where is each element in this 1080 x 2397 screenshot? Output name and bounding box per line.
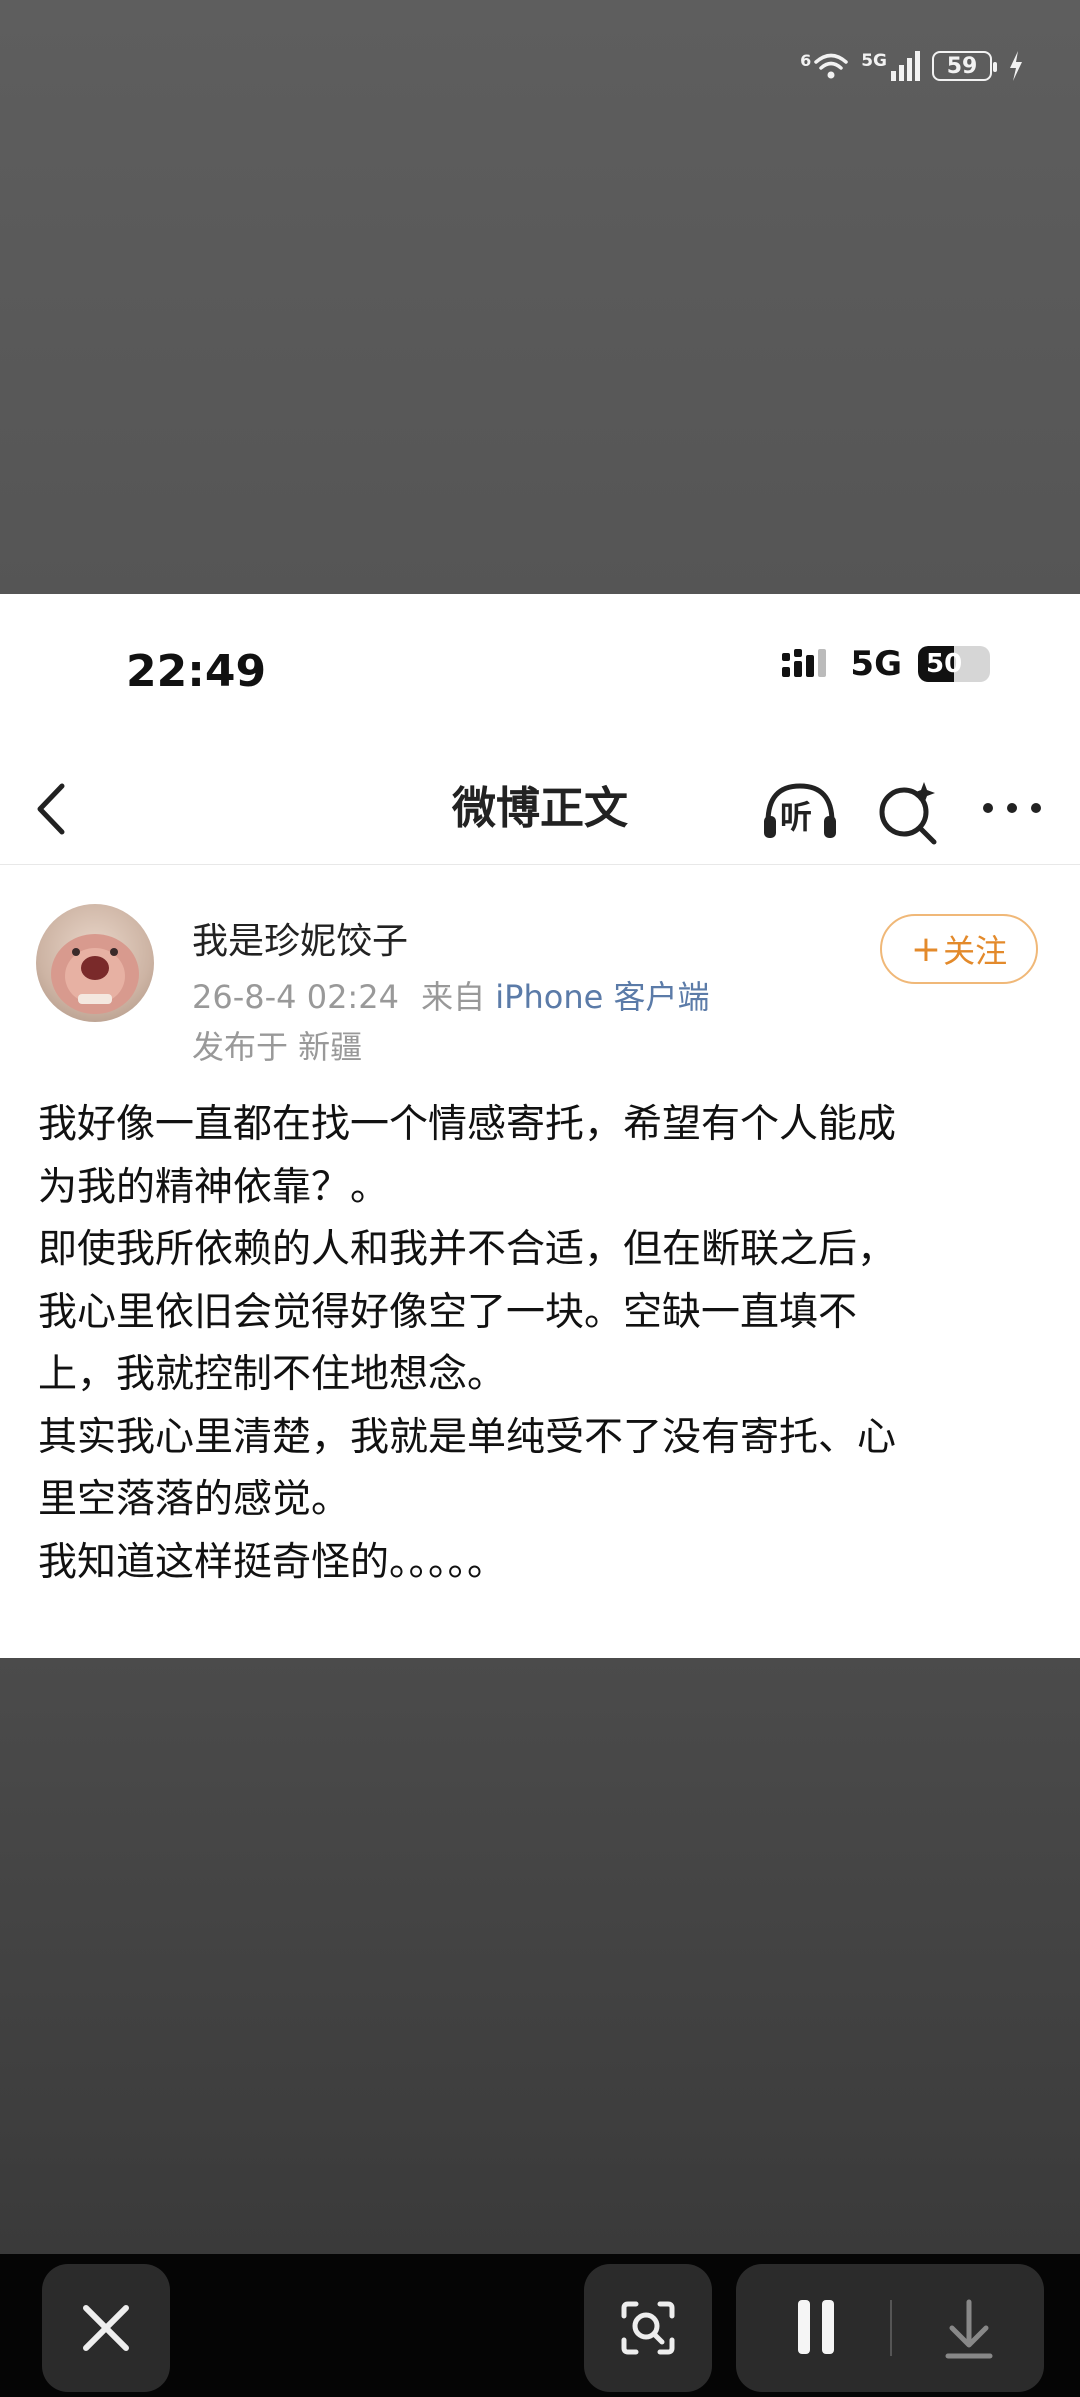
pause-icon[interactable] [756, 2264, 876, 2392]
toolbar-divider [890, 2300, 892, 2356]
post-line: 其实我心里清楚，我就是单纯受不了没有寄托、心 [38, 1414, 897, 1460]
post-line: 为我的精神依靠？。 [38, 1164, 390, 1210]
avatar[interactable] [36, 904, 154, 1022]
post-line: 里空落落的感觉。 [38, 1477, 351, 1522]
source-prefix: 来自 [421, 978, 486, 1016]
outer-network-label: 5G [861, 51, 887, 71]
listen-button[interactable]: 听 [760, 778, 840, 844]
post-line: 即使我所依赖的人和我并不合适，但在断联之后， [38, 1227, 897, 1272]
close-button[interactable] [42, 2264, 170, 2392]
follow-label: 关注 [943, 932, 1008, 970]
post-line: 我好像一直都在找一个情感寄托，希望有个人能成 [38, 1102, 897, 1147]
wifi-badge: 6 [800, 51, 812, 70]
post-line: 我知道这样挺奇怪的。。。。。 [38, 1539, 507, 1585]
close-icon [83, 2305, 129, 2351]
cellular-signal-icon: 5G [861, 51, 920, 81]
top-backdrop [0, 0, 1080, 594]
inner-signal-icon [782, 649, 827, 677]
follow-button[interactable]: + 关注 [880, 914, 1038, 984]
post-meta: 26-8-4 02:24 来自 iPhone 客户端 [192, 972, 709, 1018]
listen-label: 听 [780, 798, 813, 836]
download-icon[interactable] [914, 2264, 1024, 2392]
inner-battery-level: 50 [926, 649, 963, 679]
lower-backdrop [0, 1658, 1080, 2254]
post-source-link[interactable]: iPhone 客户端 [495, 978, 709, 1016]
post-line: 上，我就控制不住地想念。 [38, 1352, 507, 1397]
charging-bolt-icon [1010, 51, 1022, 81]
scan-search-button[interactable] [584, 2264, 712, 2392]
inner-network-label: 5G [850, 644, 902, 684]
inner-status-bar: 5G 50 [782, 644, 990, 684]
outer-status-bar: 6 5G 59 [800, 44, 1024, 88]
post-location: 发布于 新疆 [192, 1028, 363, 1066]
outer-battery-level: 59 [946, 53, 978, 79]
scan-search-icon [621, 2301, 675, 2355]
more-dots-icon[interactable] [978, 788, 1046, 828]
search-sparkle-icon[interactable] [872, 776, 942, 846]
post-nav-bar: 微博正文 听 [0, 754, 1080, 865]
post-line: 我心里依旧会觉得好像空了一块。空缺一直填不 [38, 1289, 858, 1335]
wifi-icon: 6 [800, 51, 849, 81]
post-body: 我好像一直都在找一个情感寄托，希望有个人能成 为我的精神依靠？。 即使我所依赖的… [38, 1094, 1048, 1594]
inner-battery-indicator: 50 [918, 646, 990, 682]
inner-status-time: 22:49 [126, 646, 267, 697]
chevron-left-icon[interactable] [22, 776, 82, 842]
author-name[interactable]: 我是珍妮饺子 [192, 912, 408, 964]
plus-icon: + [910, 928, 942, 970]
post-timestamp: 26-8-4 02:24 [192, 978, 399, 1016]
outer-battery-indicator: 59 [932, 51, 997, 81]
post-screenshot-card: 22:49 5G 50 微博正文 听 我是珍妮饺子 26-8-4 02:24 来… [0, 594, 1080, 1658]
